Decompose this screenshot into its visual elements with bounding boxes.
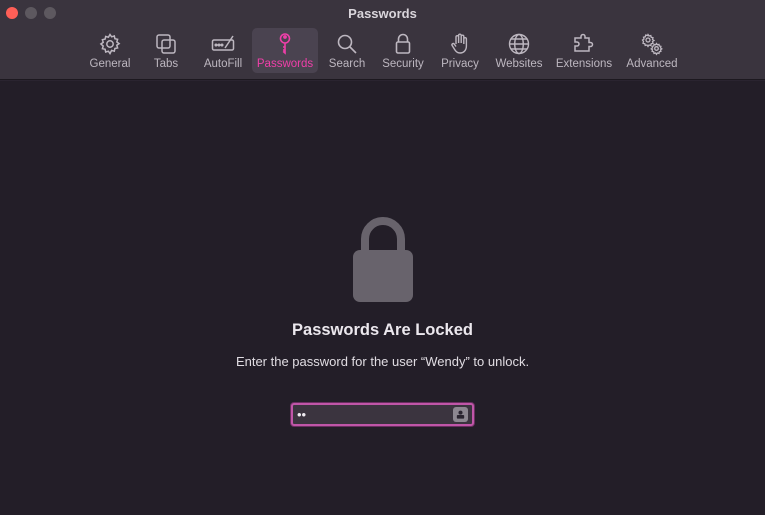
tab-security[interactable]: Security bbox=[378, 28, 428, 73]
locked-heading: Passwords Are Locked bbox=[292, 321, 473, 339]
tab-websites[interactable]: Websites bbox=[492, 28, 546, 73]
passwords-pane: Passwords Are Locked Enter the password … bbox=[0, 81, 765, 515]
preferences-window: Passwords General Tabs AutoFill Password… bbox=[0, 0, 765, 515]
tab-advanced[interactable]: Advanced bbox=[624, 28, 680, 73]
tab-autofill[interactable]: AutoFill bbox=[200, 28, 246, 73]
key-icon bbox=[272, 31, 298, 57]
gear-icon bbox=[97, 31, 123, 57]
tab-general-label: General bbox=[89, 58, 131, 70]
tabs-icon bbox=[153, 31, 179, 57]
globe-icon bbox=[506, 31, 532, 57]
title-bar: Passwords General Tabs AutoFill Password… bbox=[0, 0, 765, 80]
tab-advanced-label: Advanced bbox=[626, 58, 678, 70]
tab-general[interactable]: General bbox=[88, 28, 132, 73]
hand-icon bbox=[447, 31, 473, 57]
password-input[interactable]: •• bbox=[291, 403, 474, 426]
search-icon bbox=[334, 31, 360, 57]
tab-websites-label: Websites bbox=[495, 58, 543, 70]
tab-search[interactable]: Search bbox=[326, 28, 368, 73]
unlock-message: Enter the password for the user “Wendy” … bbox=[235, 354, 530, 369]
window-title: Passwords bbox=[348, 6, 417, 21]
tab-passwords-label: Passwords bbox=[256, 58, 314, 70]
tab-extensions-label: Extensions bbox=[555, 58, 613, 70]
tab-privacy[interactable]: Privacy bbox=[438, 28, 482, 73]
lock-icon bbox=[390, 31, 416, 57]
password-autofill-button[interactable] bbox=[453, 407, 468, 422]
tab-tabs-label: Tabs bbox=[153, 58, 179, 70]
tab-search-label: Search bbox=[328, 58, 366, 70]
key-fill-icon bbox=[456, 410, 465, 419]
password-value: •• bbox=[297, 407, 307, 422]
gears-icon bbox=[639, 31, 665, 57]
autofill-icon bbox=[210, 31, 236, 57]
tab-tabs[interactable]: Tabs bbox=[146, 28, 186, 73]
puzzle-icon bbox=[571, 31, 597, 57]
large-lock-icon bbox=[353, 217, 413, 302]
tab-security-label: Security bbox=[382, 58, 424, 70]
preferences-toolbar: General Tabs AutoFill Passwords Search S… bbox=[0, 28, 765, 74]
tab-privacy-label: Privacy bbox=[441, 58, 479, 70]
tab-passwords[interactable]: Passwords bbox=[252, 28, 318, 73]
tab-autofill-label: AutoFill bbox=[203, 58, 243, 70]
tab-extensions[interactable]: Extensions bbox=[554, 28, 614, 73]
